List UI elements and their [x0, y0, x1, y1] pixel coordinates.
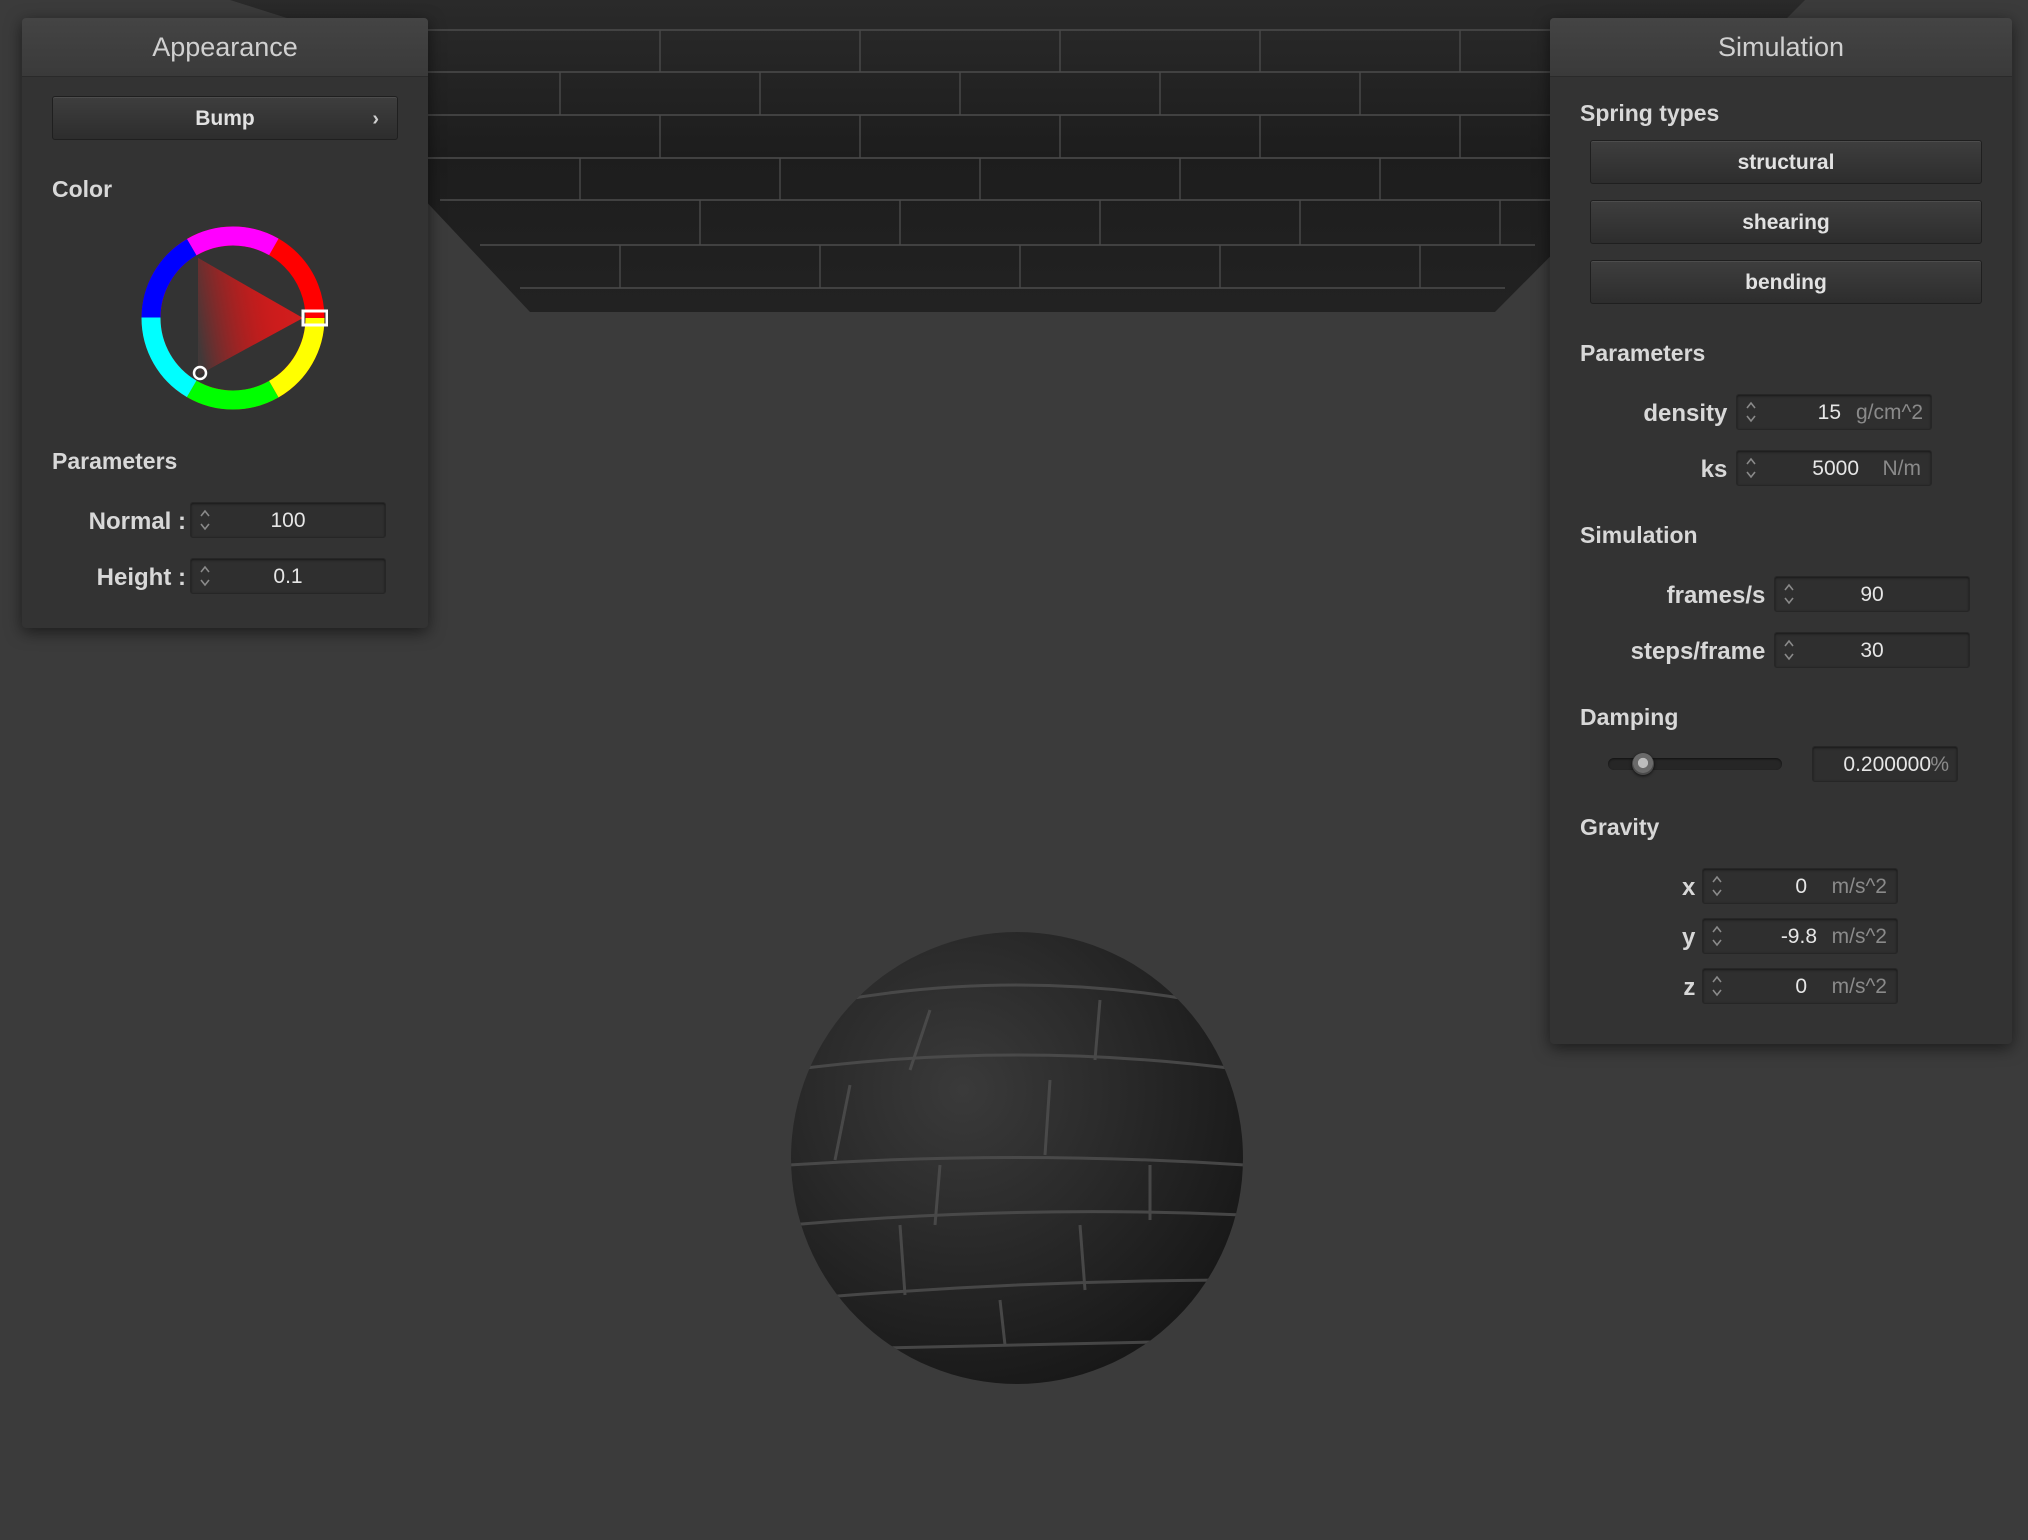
spinner-icon[interactable] [1711, 923, 1723, 949]
shearing-button[interactable]: shearing [1590, 200, 1982, 244]
gravity-x-value: 0 [1795, 875, 1807, 898]
color-section-title: Color [52, 176, 113, 202]
gravity-z-value: 0 [1795, 975, 1807, 998]
spring-types-title: Spring types [1580, 100, 1720, 126]
simulation-panel-title: Simulation [1550, 18, 2012, 77]
frames-input[interactable]: 90 [1774, 576, 1970, 612]
gravity-x-unit: m/s^2 [1831, 875, 1887, 898]
simulation-panel: Simulation Spring types structural shear… [1550, 18, 2012, 1044]
steps-value: 30 [1860, 639, 1884, 662]
sphere-mesh [791, 932, 1243, 1384]
gravity-section-title: Gravity [1580, 814, 1660, 840]
gravity-y-value: -9.8 [1780, 925, 1817, 948]
normal-label: Normal : [88, 508, 186, 535]
steps-input[interactable]: 30 [1774, 632, 1970, 668]
gravity-x-label: x : [1681, 874, 1710, 901]
spinner-icon[interactable] [1745, 455, 1757, 481]
spinner-icon[interactable] [1783, 581, 1795, 607]
density-input[interactable]: 15 g/cm^2 [1736, 394, 1932, 430]
density-value: 15 [1817, 401, 1841, 424]
bending-button[interactable]: bending [1590, 260, 1982, 304]
appearance-panel: Appearance Bump › Color Parameters Norma… [22, 18, 428, 628]
gravity-z-label: z : [1683, 974, 1710, 1001]
frames-label: frames/s : [1666, 582, 1780, 609]
appearance-panel-title: Appearance [22, 18, 428, 77]
gravity-x-input[interactable]: 0 m/s^2 [1702, 868, 1898, 904]
simulation-section-title: Simulation [1580, 522, 1698, 548]
damping-value: 0.200000 [1843, 753, 1931, 776]
ks-value: 5000 [1812, 457, 1859, 480]
gravity-z-input[interactable]: 0 m/s^2 [1702, 968, 1898, 1004]
spinner-icon[interactable] [199, 507, 211, 533]
shader-select-button[interactable]: Bump › [52, 96, 398, 140]
steps-label: steps/frame : [1630, 638, 1780, 665]
color-wheel[interactable] [138, 223, 328, 413]
density-label: density : [1643, 400, 1742, 427]
damping-unit: % [1930, 753, 1949, 776]
spinner-icon[interactable] [1711, 873, 1723, 899]
normal-input[interactable]: 100 [190, 502, 386, 538]
damping-section-title: Damping [1580, 704, 1679, 730]
frames-value: 90 [1860, 583, 1884, 606]
density-unit: g/cm^2 [1855, 401, 1923, 424]
height-value: 0.1 [273, 565, 303, 588]
simulation-params-title: Parameters [1580, 340, 1706, 366]
shader-select-label: Bump [195, 107, 255, 130]
appearance-params-title: Parameters [52, 448, 178, 474]
gravity-y-unit: m/s^2 [1831, 925, 1887, 948]
ks-unit: N/m [1882, 457, 1922, 480]
damping-input[interactable]: 0.200000 % [1812, 746, 1958, 782]
damping-slider[interactable] [1608, 753, 1782, 775]
spinner-icon[interactable] [1783, 637, 1795, 663]
gravity-z-unit: m/s^2 [1831, 975, 1887, 998]
ks-label: ks : [1700, 456, 1742, 483]
ks-input[interactable]: 5000 N/m [1736, 450, 1932, 486]
height-label: Height : [96, 564, 186, 591]
structural-button[interactable]: structural [1590, 140, 1982, 184]
height-input[interactable]: 0.1 [190, 558, 386, 594]
gravity-y-label: y : [1681, 924, 1710, 951]
damping-slider-knob[interactable] [1631, 753, 1654, 775]
spinner-icon[interactable] [199, 563, 211, 589]
spinner-icon[interactable] [1745, 399, 1757, 425]
spinner-icon[interactable] [1711, 973, 1723, 999]
chevron-right-icon: › [372, 108, 379, 130]
gravity-y-input[interactable]: -9.8 m/s^2 [1702, 918, 1898, 954]
normal-value: 100 [270, 509, 306, 532]
